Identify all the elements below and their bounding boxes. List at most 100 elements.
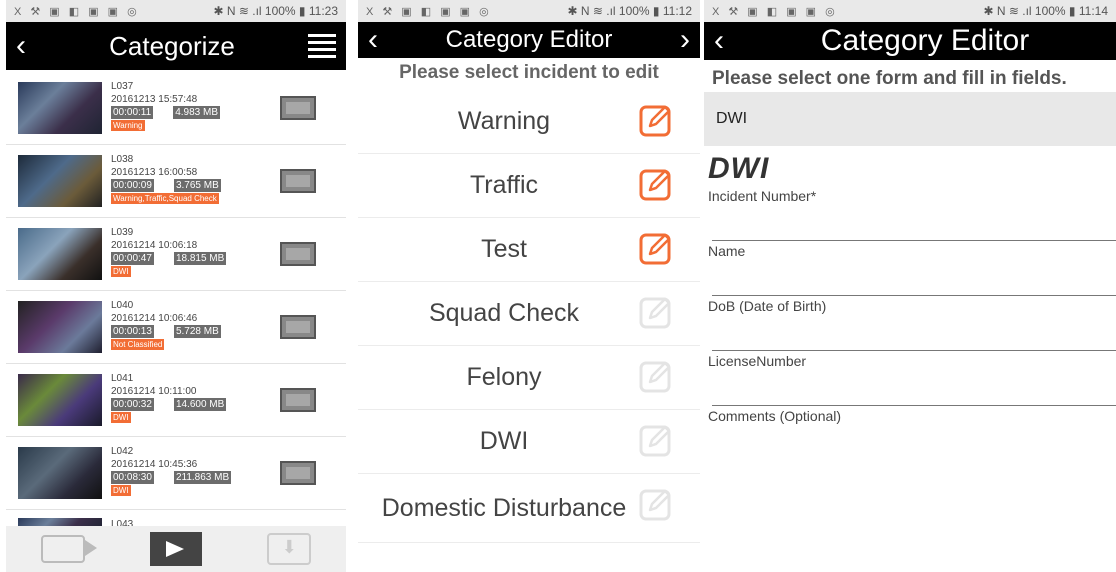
record-size: 18.815 MB — [173, 252, 227, 265]
category-row[interactable]: DWI — [358, 410, 700, 474]
list-item[interactable]: L040 20161214 10:06:46 00:00:13 5.728 MB Not… — [6, 291, 346, 364]
back-arrow-icon[interactable]: ‹ — [358, 25, 388, 55]
category-row[interactable]: Felony — [358, 346, 700, 410]
category-row[interactable]: Squad Check — [358, 282, 700, 346]
status-right: ✱ N ≋ .ıl 100% ▮ 11:14 — [983, 4, 1108, 18]
record-id: L040 — [111, 300, 134, 311]
instruction-text: Please select incident to edit — [399, 62, 659, 83]
folder-icon[interactable] — [280, 388, 316, 412]
video-thumbnail[interactable] — [18, 447, 102, 499]
folder-icon[interactable] — [280, 315, 316, 339]
form-field: Comments (Optional) — [704, 408, 1116, 424]
record-size: 4.983 MB — [173, 106, 220, 119]
form-heading: DWI — [708, 152, 770, 185]
record-size: 14.600 MB — [173, 398, 227, 411]
page-title: Category Editor — [820, 24, 1030, 57]
video-thumbnail[interactable] — [18, 301, 102, 353]
category-row[interactable]: Warning — [358, 90, 700, 154]
edit-icon[interactable] — [638, 486, 674, 522]
record-info: L041 20161214 10:11:00 00:00:32 14.600 MB DW… — [111, 372, 227, 424]
list-item[interactable]: L041 20161214 10:11:00 00:00:32 14.600 MB DW… — [6, 364, 346, 437]
form-field: LicenseNumber — [704, 353, 1116, 406]
record-id: L037 — [111, 81, 134, 92]
record-duration: 00:00:47 — [111, 252, 154, 265]
form-field: DoB (Date of Birth) — [704, 298, 1116, 351]
download-folder-icon[interactable] — [262, 531, 316, 567]
status-bar: X ⚒ ▣ ◧ ▣ ▣ ◎ ✱ N ≋ .ıl 100% ▮ 11:12 — [358, 0, 700, 22]
form-selector[interactable]: DWI — [704, 92, 1116, 146]
field-label: Incident Number* — [708, 188, 817, 204]
text-input[interactable] — [712, 314, 1116, 351]
status-right: ✱ N ≋ .ıl 100% ▮ 11:12 — [567, 4, 692, 18]
record-info: L042 20161214 10:45:36 00:08:30 211.863 MB D… — [111, 445, 232, 497]
folder-icon[interactable] — [280, 169, 316, 193]
field-label: Comments (Optional) — [708, 408, 842, 424]
category-badge: DWI — [111, 485, 131, 496]
title-bar: ‹ Category Editor › — [358, 22, 700, 58]
category-row[interactable]: Test — [358, 218, 700, 282]
edit-icon[interactable] — [638, 102, 674, 138]
page-title: Categorize — [109, 30, 235, 61]
list-item[interactable]: L042 20161214 10:45:36 00:08:30 211.863 MB D… — [6, 437, 346, 510]
status-right: ✱ N ≋ .ıl 100% ▮ 11:23 — [213, 4, 338, 18]
play-video-icon[interactable] — [149, 531, 203, 567]
recording-list: L037 20161213 15:57:48 00:00:11 4.983 MB War… — [6, 72, 346, 528]
title-bar: ‹ Categorize — [6, 22, 346, 70]
record-size: 211.863 MB — [173, 471, 232, 484]
category-row[interactable]: Domestic Disturbance — [358, 474, 700, 543]
list-item[interactable]: L037 20161213 15:57:48 00:00:11 4.983 MB War… — [6, 72, 346, 145]
forward-arrow-icon[interactable]: › — [670, 25, 700, 55]
category-badge: DWI — [111, 412, 131, 423]
title-bar: ‹ Category Editor — [704, 22, 1116, 60]
category-badge: Not Classified — [111, 339, 165, 350]
record-datetime: 20161214 10:06:18 — [111, 240, 198, 251]
edit-icon[interactable] — [638, 230, 674, 266]
record-id: L042 — [111, 446, 134, 457]
form-fields: Incident Number* Name DoB (Date of Birth) L… — [704, 188, 1116, 424]
record-info: L040 20161214 10:06:46 00:00:13 5.728 MB Not… — [111, 299, 221, 351]
status-icons: X ⚒ ▣ ◧ ▣ ▣ ◎ — [14, 5, 140, 18]
folder-icon[interactable] — [280, 461, 316, 485]
list-item[interactable]: L038 20161213 16:00:58 00:00:09 3.765 MB War… — [6, 145, 346, 218]
video-thumbnail[interactable] — [18, 374, 102, 426]
text-input[interactable] — [712, 369, 1116, 406]
status-icons: X ⚒ ▣ ◧ ▣ ▣ ◎ — [712, 5, 838, 18]
edit-icon[interactable] — [638, 358, 674, 394]
record-id: L041 — [111, 373, 134, 384]
record-duration: 00:00:32 — [111, 398, 154, 411]
menu-icon[interactable] — [308, 30, 336, 62]
list-item[interactable]: L039 20161214 10:06:18 00:00:47 18.815 MB DW… — [6, 218, 346, 291]
back-arrow-icon[interactable]: ‹ — [6, 31, 36, 61]
record-duration: 00:00:09 — [111, 179, 154, 192]
category-row[interactable]: Traffic — [358, 154, 700, 218]
page-title: Category Editor — [445, 26, 613, 53]
folder-icon[interactable] — [280, 242, 316, 266]
status-bar: X ⚒ ▣ ◧ ▣ ▣ ◎ ✱ N ≋ .ıl 100% ▮ 11:14 — [704, 0, 1116, 22]
record-duration: 00:00:13 — [111, 325, 154, 338]
back-arrow-icon[interactable]: ‹ — [704, 26, 734, 56]
record-datetime: 20161214 10:11:00 — [111, 386, 197, 397]
category-list: Warning Traffic Test Squad Check Felony DWI Do… — [358, 90, 700, 543]
field-label: Name — [708, 243, 746, 259]
edit-icon[interactable] — [638, 294, 674, 330]
video-thumbnail[interactable] — [18, 228, 102, 280]
edit-icon[interactable] — [638, 166, 674, 202]
record-info: L037 20161213 15:57:48 00:00:11 4.983 MB War… — [111, 80, 220, 132]
record-datetime: 20161213 15:57:48 — [111, 94, 198, 105]
video-thumbnail[interactable] — [18, 155, 102, 207]
record-video-icon[interactable] — [36, 531, 97, 567]
video-thumbnail[interactable] — [18, 82, 102, 134]
text-input[interactable] — [712, 204, 1116, 241]
record-duration: 00:00:11 — [111, 106, 154, 119]
record-id: L039 — [111, 227, 134, 238]
form-field: Name — [704, 243, 1116, 296]
status-icons: X ⚒ ▣ ◧ ▣ ▣ ◎ — [366, 5, 492, 18]
edit-icon[interactable] — [638, 422, 674, 458]
record-size: 5.728 MB — [173, 325, 221, 338]
record-info: L039 20161214 10:06:18 00:00:47 18.815 MB DW… — [111, 226, 227, 278]
record-datetime: 20161214 10:45:36 — [111, 459, 198, 470]
folder-icon[interactable] — [280, 96, 316, 120]
text-input[interactable] — [712, 259, 1116, 296]
bottom-toolbar — [6, 526, 346, 572]
record-info: L038 20161213 16:00:58 00:00:09 3.765 MB War… — [111, 153, 221, 205]
